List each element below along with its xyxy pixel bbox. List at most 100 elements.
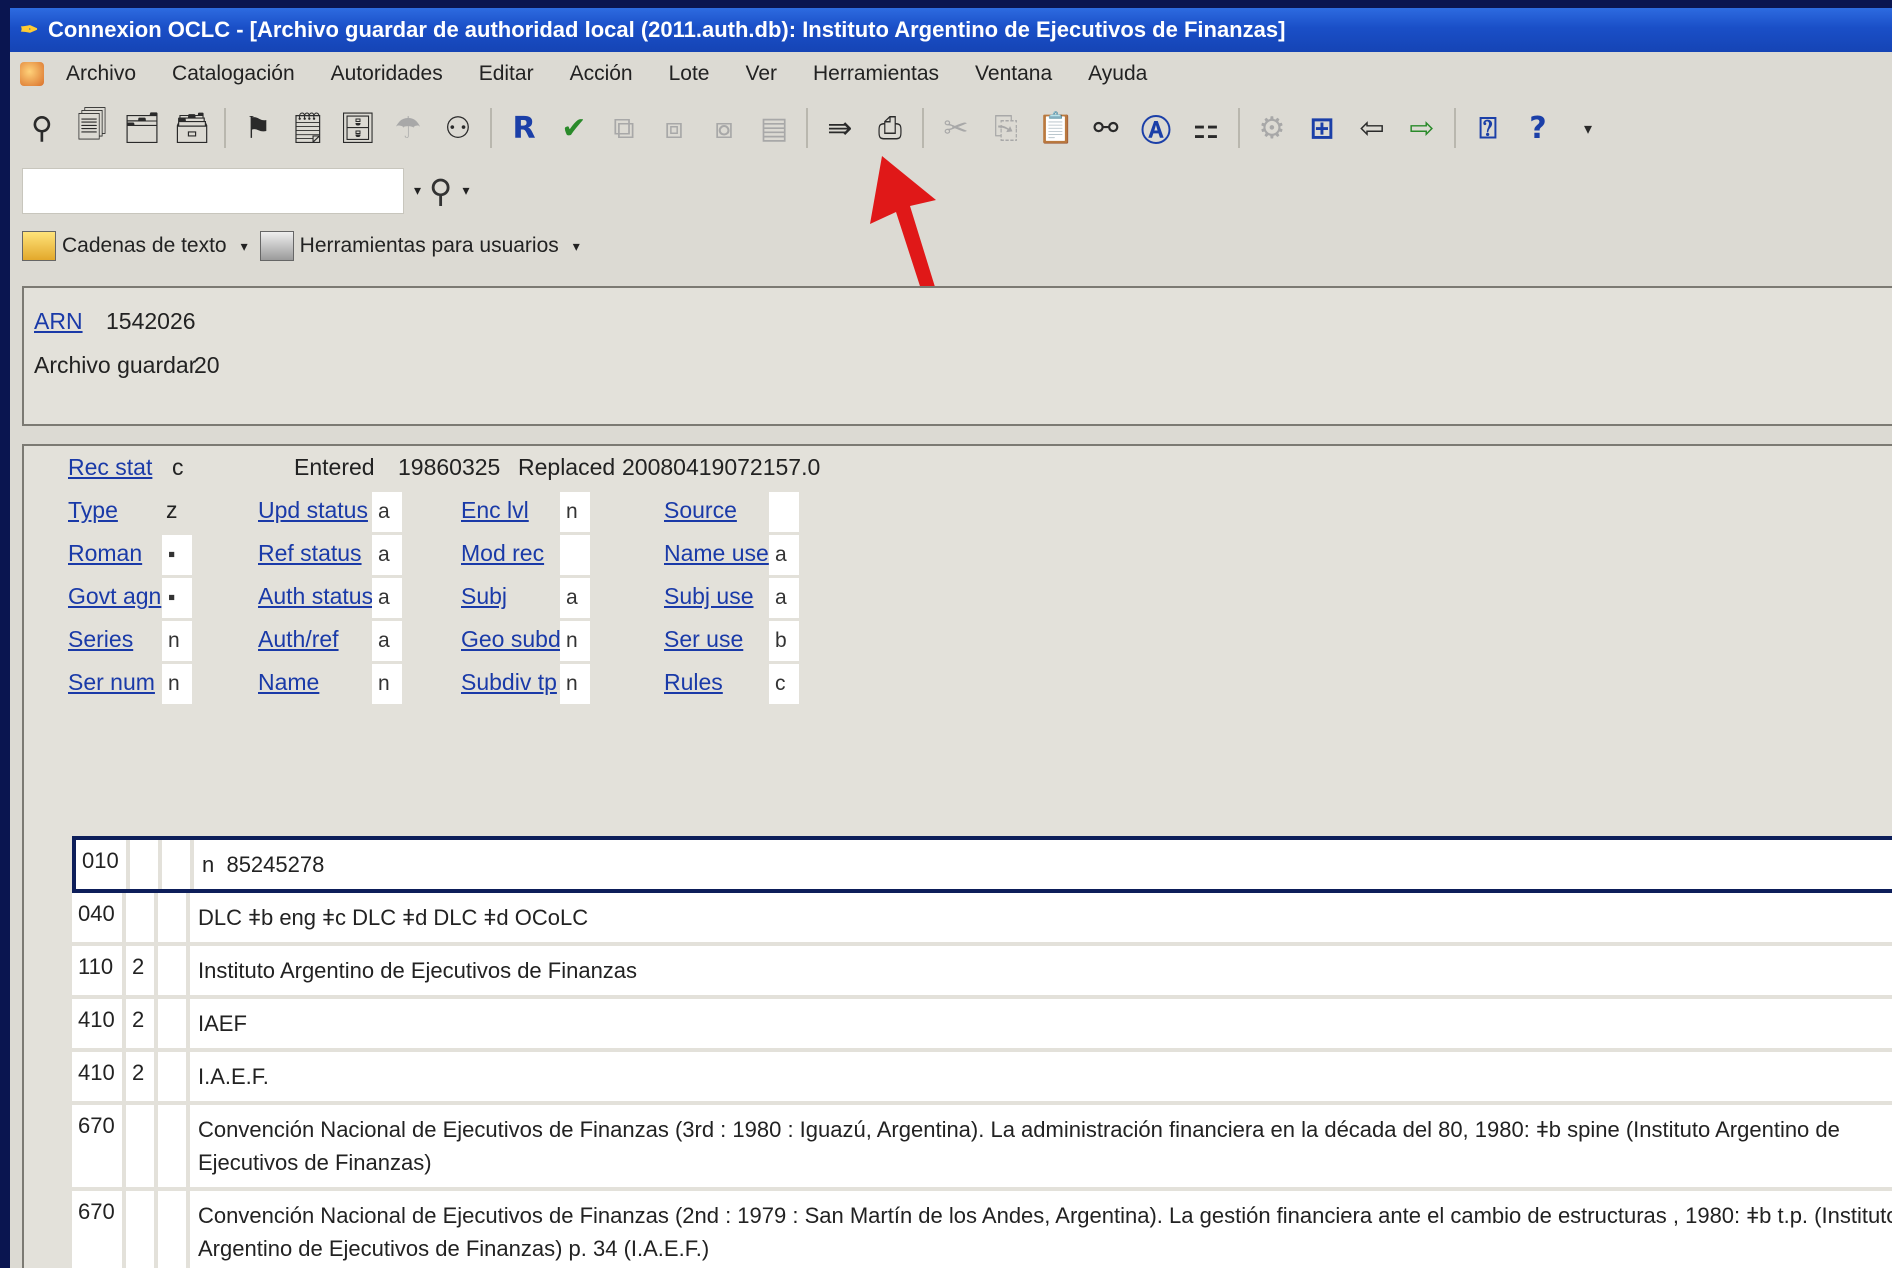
indicator-1[interactable]: 2 (126, 1052, 158, 1101)
authority-keyword-icon[interactable]: 🗄 (336, 106, 380, 150)
user-tools-label[interactable]: Herramientas para usuarios (300, 234, 559, 258)
search-authority-icon[interactable]: ⚑ (236, 106, 280, 150)
indicator-2[interactable] (158, 999, 190, 1048)
field-tag[interactable]: 670 (72, 1191, 126, 1268)
menu-herramientas[interactable]: Herramientas (813, 62, 939, 86)
menu-autoridades[interactable]: Autoridades (331, 62, 443, 86)
table-row[interactable]: 410 2 I.A.E.F. (72, 1052, 1892, 1105)
enc-lvl-field[interactable]: n (560, 492, 590, 532)
find-icon[interactable]: ⚯ (1084, 106, 1128, 150)
validate-icon[interactable]: ✔ (552, 106, 596, 150)
field-tag[interactable]: 670 (72, 1105, 126, 1187)
field-tag[interactable]: 010 (76, 840, 130, 889)
field-data[interactable]: IAEF (190, 999, 1892, 1048)
ser-num-field[interactable]: n (162, 664, 192, 704)
menu-ver[interactable]: Ver (745, 62, 777, 86)
subj-use-field[interactable]: a (769, 578, 799, 618)
name-link[interactable]: Name (258, 669, 319, 696)
field-data[interactable]: Convención Nacional de Ejecutivos de Fin… (190, 1191, 1892, 1268)
enc-lvl-link[interactable]: Enc lvl (461, 497, 529, 524)
chevron-down-icon[interactable]: ▾ (573, 238, 580, 255)
rec-stat-link[interactable]: Rec stat (68, 454, 152, 481)
menu-ayuda[interactable]: Ayuda (1088, 62, 1147, 86)
source-link[interactable]: Source (664, 497, 737, 524)
field-tag[interactable]: 410 (72, 1052, 126, 1101)
subj-use-link[interactable]: Subj use (664, 583, 754, 610)
series-link[interactable]: Series (68, 626, 133, 653)
field-data[interactable]: I.A.E.F. (190, 1052, 1892, 1101)
insert-field-icon[interactable]: ⇛ (818, 106, 862, 150)
arn-link[interactable]: ARN (34, 308, 83, 335)
geo-subd-link[interactable]: Geo subd (461, 626, 561, 653)
table-row[interactable]: 040 DLC ǂb eng ǂc DLC ǂd DLC ǂd OCoLC (72, 893, 1892, 946)
geo-subd-field[interactable]: n (560, 621, 590, 661)
chevron-down-icon[interactable]: ▾ (462, 183, 469, 199)
auth-ref-field[interactable]: a (372, 621, 402, 661)
browse-authority-icon[interactable]: 🗒 (286, 106, 330, 150)
field-tag[interactable]: 110 (72, 946, 126, 995)
indicator-1[interactable]: 2 (126, 999, 158, 1048)
name-field[interactable]: n (372, 664, 402, 704)
ser-use-field[interactable]: b (769, 621, 799, 661)
rules-link[interactable]: Rules (664, 669, 723, 696)
field-tag[interactable]: 410 (72, 999, 126, 1048)
print-icon[interactable]: ⎙ (868, 106, 912, 150)
govt-agn-field[interactable]: ▪ (162, 578, 192, 618)
menu-accion[interactable]: Acción (570, 62, 633, 86)
field-data[interactable]: DLC ǂb eng ǂc DLC ǂd DLC ǂd OCoLC (190, 893, 1892, 942)
mod-rec-link[interactable]: Mod rec (461, 540, 544, 567)
indicator-1[interactable]: 2 (126, 946, 158, 995)
toolbar-overflow-icon[interactable]: ▾ (1566, 106, 1610, 150)
indicator-2[interactable] (158, 946, 190, 995)
command-line-input[interactable] (22, 168, 404, 214)
text-strings-icon[interactable] (22, 231, 56, 261)
govt-agn-link[interactable]: Govt agn (68, 583, 161, 610)
title-bar[interactable]: ✒ Connexion OCLC - [Archivo guardar de a… (10, 8, 1892, 52)
field-tag[interactable]: 040 (72, 893, 126, 942)
name-use-field[interactable]: a (769, 535, 799, 575)
keyword-search-icon[interactable]: 🗃 (170, 106, 214, 150)
subdiv-tp-field[interactable]: n (560, 664, 590, 704)
series-field[interactable]: n (162, 621, 192, 661)
rules-field[interactable]: c (769, 664, 799, 704)
menu-archivo[interactable]: Archivo (66, 62, 136, 86)
ala-characters-icon[interactable]: Ⓐ (1134, 106, 1178, 150)
type-link[interactable]: Type (68, 497, 118, 524)
help-button[interactable]: ? (1516, 106, 1560, 150)
search-bib-icon[interactable]: 🗐 (70, 106, 114, 150)
document-icon[interactable] (20, 62, 44, 86)
menu-editar[interactable]: Editar (479, 62, 534, 86)
text-strings-label[interactable]: Cadenas de texto (62, 234, 227, 258)
next-record-icon[interactable]: ⇨ (1400, 106, 1444, 150)
menu-ventana[interactable]: Ventana (975, 62, 1052, 86)
indicator-2[interactable] (158, 1105, 190, 1187)
upd-status-field[interactable]: a (372, 492, 402, 532)
reformat-button[interactable]: R (502, 106, 546, 150)
table-row[interactable]: 010 n 85245278 (72, 836, 1892, 893)
ser-use-link[interactable]: Ser use (664, 626, 743, 653)
roman-field[interactable]: ▪ (162, 535, 192, 575)
previous-record-icon[interactable]: ⇦ (1350, 106, 1394, 150)
user-tools-icon[interactable] (259, 231, 294, 261)
ref-status-field[interactable]: a (372, 535, 402, 575)
connect-icon[interactable]: ⚲ (20, 106, 64, 150)
auth-ref-link[interactable]: Auth/ref (258, 626, 339, 653)
subj-field[interactable]: a (560, 578, 590, 618)
chevron-down-icon[interactable]: ▾ (414, 183, 421, 199)
group-icon[interactable]: ⚇ (436, 106, 480, 150)
mod-rec-field[interactable] (560, 535, 590, 575)
indicator-2[interactable] (158, 1052, 190, 1101)
context-help-icon[interactable]: ⍰ (1466, 106, 1510, 150)
auth-status-link[interactable]: Auth status (258, 583, 373, 610)
indicator-2[interactable] (158, 893, 190, 942)
indicator-1[interactable] (130, 840, 162, 889)
browse-bib-icon[interactable]: 🗂 (120, 106, 164, 150)
subj-link[interactable]: Subj (461, 583, 507, 610)
paste-icon[interactable]: 📋 (1034, 106, 1078, 150)
field-data[interactable]: Convención Nacional de Ejecutivos de Fin… (190, 1105, 1892, 1187)
window-layout-icon[interactable]: ⊞ (1300, 106, 1344, 150)
field-data[interactable]: Instituto Argentino de Ejecutivos de Fin… (190, 946, 1892, 995)
table-row[interactable]: 670 Convención Nacional de Ejecutivos de… (72, 1191, 1892, 1268)
indicator-1[interactable] (126, 1191, 158, 1268)
roman-link[interactable]: Roman (68, 540, 142, 567)
